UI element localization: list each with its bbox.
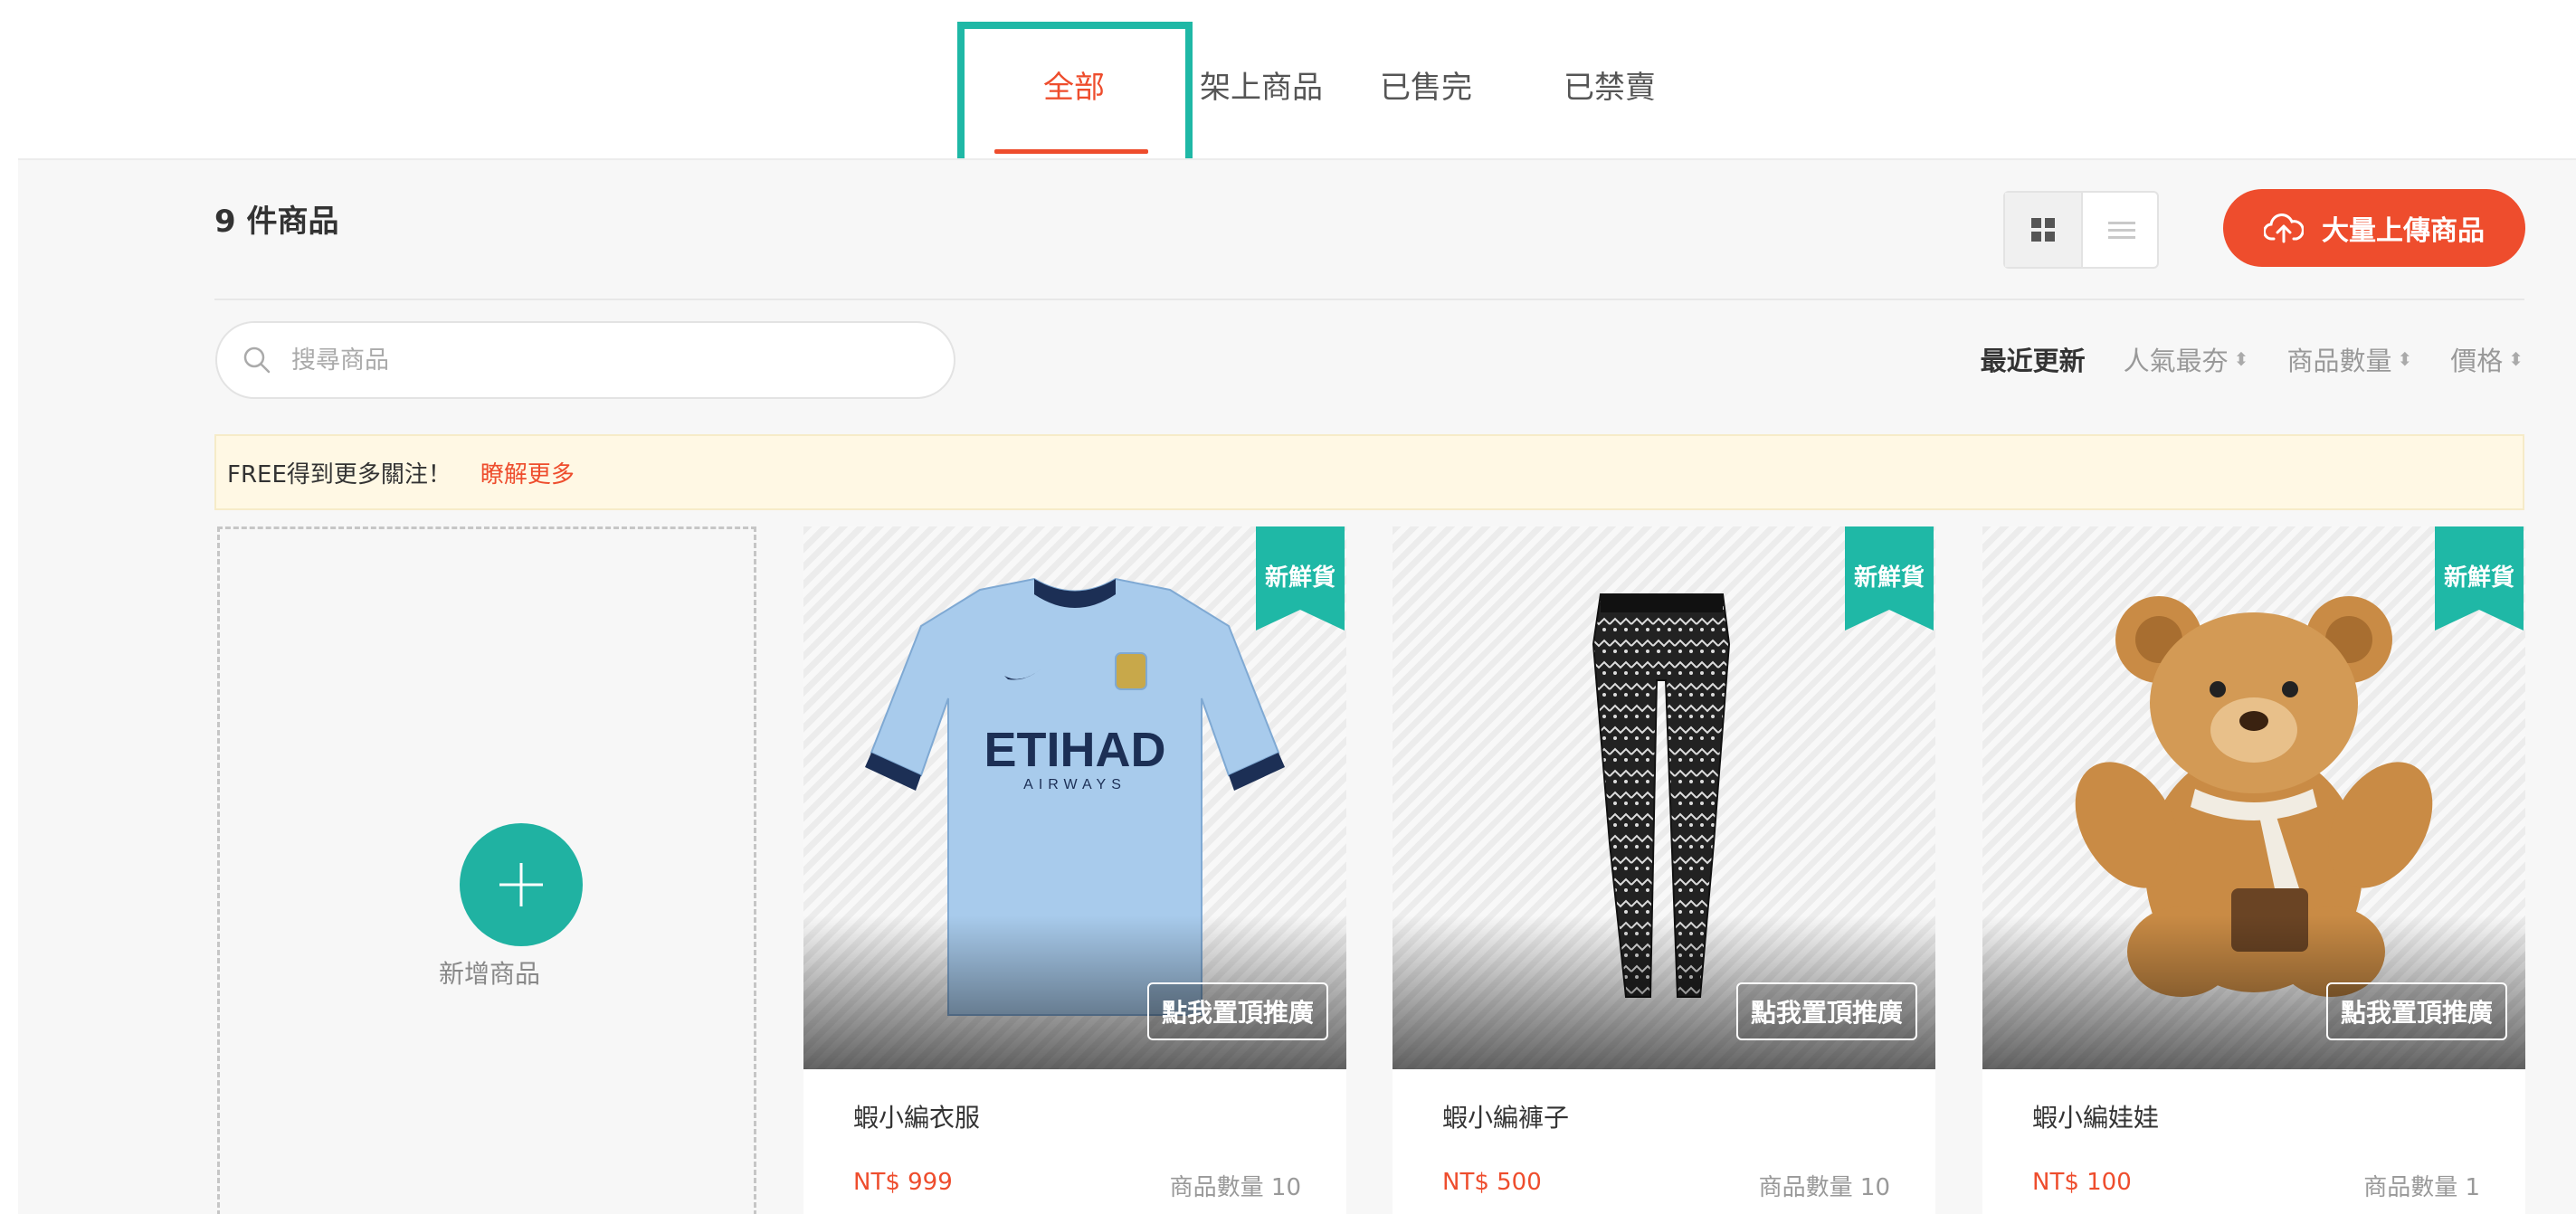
sort-arrows-icon: ⬍ [2233,348,2249,370]
promo-learn-more-link[interactable]: 瞭解更多 [480,456,575,489]
sort-label: 最近更新 [1980,346,2086,376]
sort-popular[interactable]: 人氣最夯 ⬍ [2124,340,2249,378]
search-input[interactable] [291,346,925,375]
status-tabs: 全部 架上商品 已售完 已禁賣 [0,0,2576,172]
product-list-panel: 9 件商品 大量上傳商品 最近更新 [18,158,2576,1214]
boost-button[interactable]: 點我置頂推廣 [1146,982,1328,1040]
promo-banner: FREE得到更多關注！ 瞭解更多 [214,434,2524,510]
view-toggle [2003,191,2159,269]
cloud-upload-icon [2264,212,2304,244]
tab-sold-out[interactable]: 已售完 [1380,56,1472,119]
tab-listed[interactable]: 架上商品 [1200,56,1323,119]
product-image: ETIHAD AIRWAYS 新鮮貨 點我置頂推廣 [803,526,1346,1069]
header-divider [214,299,2524,300]
add-product-card[interactable]: 新增商品 [217,526,756,1214]
bulk-upload-label: 大量上傳商品 [2322,215,2485,247]
boost-button[interactable]: 點我置頂推廣 [1735,982,1917,1040]
tab-banned[interactable]: 已禁賣 [1564,56,1656,119]
product-image: 新鮮貨 點我置頂推廣 [1982,526,2525,1069]
grid-icon [2031,218,2055,242]
search-icon [242,346,271,375]
product-quantity: 商品數量 10 [1758,1174,1890,1201]
product-card[interactable]: ETIHAD AIRWAYS 新鮮貨 點我置頂推廣 蝦小編衣服 NT$ 999 … [803,526,1346,1214]
tab-highlight-box [957,22,1193,172]
product-name: 蝦小編褲子 [1442,1103,1570,1133]
sort-quantity[interactable]: 商品數量 ⬍ [2286,340,2412,378]
sort-label: 商品數量 [2286,346,2392,376]
plus-icon [460,823,583,946]
product-quantity: 商品數量 10 [1169,1174,1301,1201]
product-image: 新鮮貨 點我置頂推廣 [1393,526,1935,1069]
product-price: NT$ 999 [853,1169,953,1196]
list-view-button[interactable] [2083,193,2161,267]
svg-text:ETIHAD: ETIHAD [984,723,1166,777]
sort-label: 人氣最夯 [2123,346,2229,376]
sort-label: 價格 [2450,346,2504,376]
product-price: NT$ 500 [1442,1169,1542,1196]
product-quantity: 商品數量 1 [2363,1174,2480,1201]
product-count-title: 9 件商品 [214,204,339,240]
grid-view-button[interactable] [2005,193,2083,267]
sort-arrows-icon: ⬍ [2397,348,2413,370]
product-card[interactable]: 新鮮貨 點我置頂推廣 蝦小編娃娃 NT$ 100 商品數量 1 [1982,526,2525,1214]
add-product-label: 新增商品 [438,959,540,989]
sort-arrows-icon: ⬍ [2508,348,2524,370]
product-name: 蝦小編娃娃 [2032,1103,2160,1133]
search-box [215,321,955,399]
promo-text: FREE得到更多關注！ [227,460,452,488]
sort-recent[interactable]: 最近更新 [1981,340,2086,378]
svg-text:AIRWAYS: AIRWAYS [1023,777,1126,792]
product-name: 蝦小編衣服 [853,1103,981,1133]
product-card[interactable]: 新鮮貨 點我置頂推廣 蝦小編褲子 NT$ 500 商品數量 10 [1393,526,1935,1214]
boost-button[interactable]: 點我置頂推廣 [2325,982,2507,1040]
bulk-upload-button[interactable]: 大量上傳商品 [2223,189,2525,267]
list-icon [2108,221,2135,239]
sort-bar: 最近更新 人氣最夯 ⬍ 商品數量 ⬍ 價格 ⬍ [1981,332,2524,386]
sort-price[interactable]: 價格 ⬍ [2450,340,2524,378]
product-price: NT$ 100 [2032,1169,2132,1196]
